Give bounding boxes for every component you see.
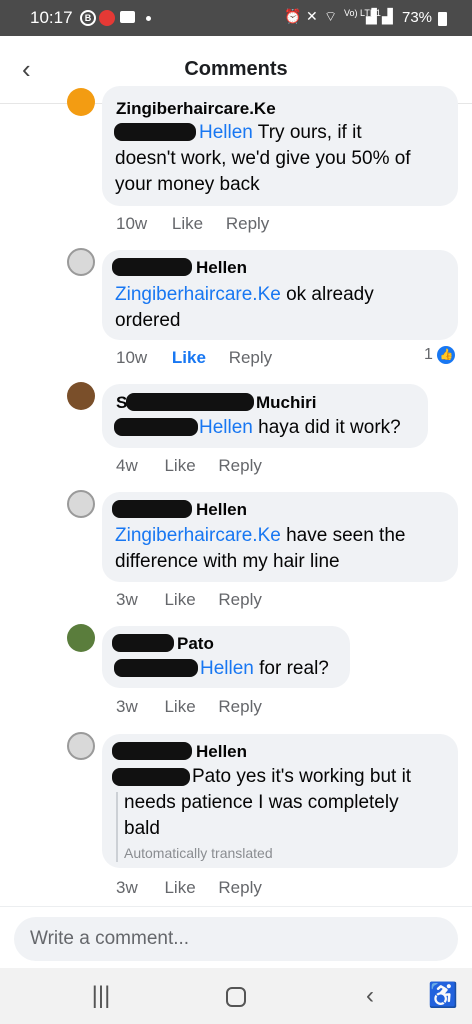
comment-text-line: difference with my hair line	[115, 551, 340, 572]
comment-text-line: needs patience I was completely	[124, 792, 399, 813]
comment-text: Hellen Try ours, if it	[199, 122, 362, 143]
reply-button[interactable]: Reply	[218, 697, 261, 716]
like-button[interactable]: Like	[172, 214, 203, 233]
back-icon[interactable]: ‹	[355, 982, 385, 1010]
comment-text: Hellen haya did it work?	[199, 417, 401, 438]
like-button[interactable]: Like	[164, 878, 195, 897]
mention-link[interactable]: Zingiberhaircare.Ke	[115, 525, 281, 546]
wifi-icon: ⌔	[324, 8, 338, 24]
reply-button[interactable]: Reply	[218, 590, 261, 609]
avatar[interactable]	[67, 490, 95, 518]
battery-icon	[438, 12, 447, 26]
redacted-name	[112, 258, 192, 276]
reply-button[interactable]: Reply	[218, 456, 261, 475]
mute-icon: ✕	[306, 8, 318, 24]
comment-time: 10w	[116, 348, 148, 367]
like-button[interactable]: Like	[164, 590, 195, 609]
comment-actions: 10w Like Reply	[116, 214, 269, 234]
comment-actions: 10w Like Reply	[116, 348, 272, 368]
mention-link[interactable]: Zingiberhaircare.Ke	[115, 284, 281, 305]
comment-text-line: ordered	[115, 310, 181, 331]
b-badge-icon: B	[80, 10, 96, 26]
message-icon	[120, 11, 135, 23]
avatar[interactable]	[67, 88, 95, 116]
battery-percent: 73%	[402, 9, 433, 26]
status-bar: 10:17 B ⏰ ✕ ⌔ Vo) LTE1 ▟ ▟ 73%	[0, 0, 472, 36]
mention-link[interactable]: Hellen	[199, 122, 253, 143]
like-button[interactable]: Like	[164, 456, 195, 475]
reply-button[interactable]: Reply	[226, 214, 269, 233]
comment-author[interactable]: Hellen	[196, 742, 247, 762]
comment-time: 10w	[116, 214, 148, 233]
reply-button[interactable]: Reply	[229, 348, 272, 367]
redacted-name	[112, 500, 192, 518]
comment-actions: 3w Like Reply	[116, 878, 262, 898]
comment-text: Zingiberhaircare.Ke have seen the	[115, 525, 406, 546]
mention-link[interactable]: Hellen	[200, 658, 254, 679]
redacted-name	[126, 393, 254, 411]
redacted-name	[112, 634, 174, 652]
comment-time: 3w	[116, 878, 138, 897]
comment-composer-area: Write a comment...	[0, 906, 472, 968]
page-title: Comments	[184, 58, 288, 80]
mention-link[interactable]: Pato	[192, 766, 231, 787]
status-time: 10:17	[30, 8, 73, 27]
comment-text-line: doesn't work, we'd give you 50% of	[115, 148, 411, 169]
comment-author[interactable]: Muchiri	[256, 393, 316, 413]
system-nav-bar: ||| ‹ ♿	[0, 968, 472, 1024]
comment-actions: 3w Like Reply	[116, 697, 262, 717]
accessibility-icon[interactable]: ♿	[428, 982, 458, 1010]
comment-text-line: bald	[124, 818, 160, 839]
more-notifications-dot-icon	[146, 16, 151, 21]
reaction-summary[interactable]: 1 👍	[424, 346, 456, 366]
comment-text-line: your money back	[115, 174, 260, 195]
comment-author[interactable]: Hellen	[196, 500, 247, 520]
translation-divider	[116, 792, 118, 862]
reaction-count: 1	[424, 346, 433, 363]
comment-author[interactable]: Zingiberhaircare.Ke	[116, 99, 276, 119]
thumbs-up-reaction-icon: 👍	[437, 346, 456, 364]
like-button[interactable]: Like	[172, 348, 206, 367]
avatar[interactable]	[67, 732, 95, 760]
comment-input[interactable]: Write a comment...	[14, 917, 458, 961]
alarm-icon: ⏰	[284, 8, 302, 24]
notification-icon	[99, 10, 115, 26]
home-icon[interactable]	[221, 982, 251, 1010]
comment-time: 3w	[116, 697, 138, 716]
comment-input-placeholder: Write a comment...	[30, 928, 190, 949]
comment-author[interactable]: Pato	[177, 634, 214, 654]
redacted-name	[112, 742, 192, 760]
comment-text: Pato yes it's working but it	[192, 766, 412, 787]
avatar[interactable]	[67, 248, 95, 276]
comment-text: Hellen for real?	[200, 658, 329, 679]
like-button[interactable]: Like	[164, 697, 195, 716]
comment-time: 3w	[116, 590, 138, 609]
avatar[interactable]	[67, 382, 95, 410]
signal-1-icon: ▟	[366, 8, 377, 24]
reply-button[interactable]: Reply	[218, 878, 261, 897]
comment-time: 4w	[116, 456, 138, 475]
comment-author[interactable]: Hellen	[196, 258, 247, 278]
mention-link[interactable]: Hellen	[199, 417, 253, 438]
avatar[interactable]	[67, 624, 95, 652]
comment-actions: 4w Like Reply	[116, 456, 262, 476]
comment-actions: 3w Like Reply	[116, 590, 262, 610]
auto-translated-note[interactable]: Automatically translated	[124, 845, 273, 861]
recents-icon[interactable]: |||	[86, 982, 116, 1010]
comment-text: Zingiberhaircare.Ke ok already	[115, 284, 374, 305]
signal-2-icon: ▟	[382, 8, 393, 24]
